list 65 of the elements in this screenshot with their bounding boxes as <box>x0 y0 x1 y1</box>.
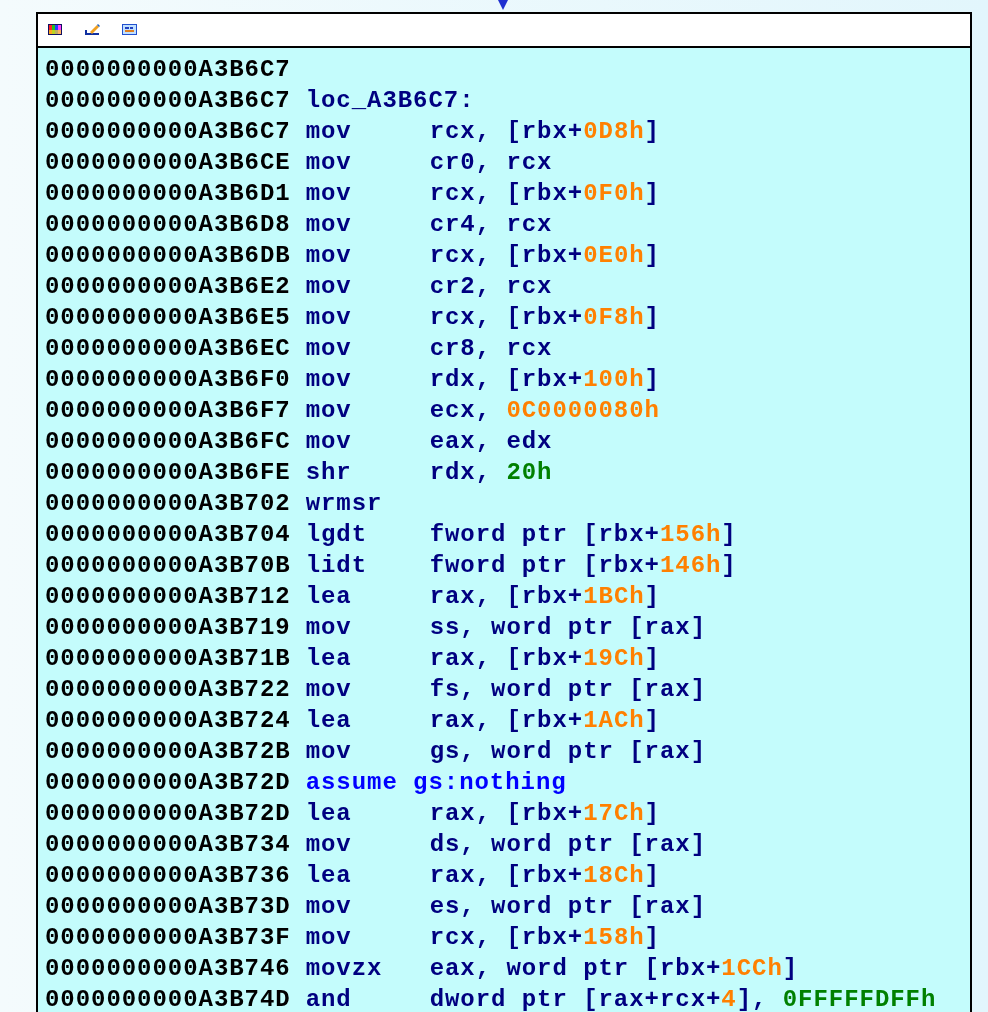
line-address: 0000000000A3B6D1 <box>45 180 291 207</box>
instruction-text: mov ds, word ptr [rax] <box>305 831 706 858</box>
line-address: 0000000000A3B71B <box>45 645 291 672</box>
instruction-text: shr rdx, 20h <box>305 459 553 486</box>
line-address: 0000000000A3B72D <box>45 769 291 796</box>
window-icon[interactable] <box>122 24 138 36</box>
instruction-text: lidt fword ptr [rbx+146h] <box>305 552 737 579</box>
line-address: 0000000000A3B6E2 <box>45 273 291 300</box>
pencil-icon[interactable] <box>85 24 101 36</box>
line-address: 0000000000A3B70B <box>45 552 291 579</box>
instruction-text: lea rax, [rbx+18Ch] <box>305 862 660 889</box>
line-address: 0000000000A3B734 <box>45 831 291 858</box>
edge-arrow-icon <box>498 0 508 10</box>
line-address: 0000000000A3B719 <box>45 614 291 641</box>
line-address: 0000000000A3B74D <box>45 986 291 1012</box>
code-label: loc_A3B6C7: <box>305 87 475 114</box>
instruction-text: mov rcx, [rbx+0D8h] <box>305 118 660 145</box>
instruction-text: lgdt fword ptr [rbx+156h] <box>305 521 737 548</box>
instruction-text: mov rcx, [rbx+158h] <box>305 924 660 951</box>
instruction-text: mov fs, word ptr [rax] <box>305 676 706 703</box>
instruction-text: mov rcx, [rbx+0E0h] <box>305 242 660 269</box>
instruction-text: lea rax, [rbx+1BCh] <box>305 583 660 610</box>
line-address: 0000000000A3B72D <box>45 800 291 827</box>
line-address: 0000000000A3B712 <box>45 583 291 610</box>
directive-text: assume gs:nothing <box>305 769 567 796</box>
line-address: 0000000000A3B6CE <box>45 149 291 176</box>
line-address: 0000000000A3B6D8 <box>45 211 291 238</box>
line-address: 0000000000A3B72B <box>45 738 291 765</box>
instruction-text: lea rax, [rbx+19Ch] <box>305 645 660 672</box>
line-address: 0000000000A3B6C7 <box>45 118 291 145</box>
instruction-text: mov cr4, rcx <box>305 211 553 238</box>
line-address: 0000000000A3B6FC <box>45 428 291 455</box>
line-address: 0000000000A3B6F7 <box>45 397 291 424</box>
line-address: 0000000000A3B704 <box>45 521 291 548</box>
line-address: 0000000000A3B6F0 <box>45 366 291 393</box>
line-address: 0000000000A3B6C7 <box>45 87 291 114</box>
instruction-text: movzx eax, word ptr [rbx+1CCh] <box>305 955 799 982</box>
instruction-text: lea rax, [rbx+1ACh] <box>305 707 660 734</box>
instruction-text: mov rdx, [rbx+100h] <box>305 366 660 393</box>
instruction-text: mov cr2, rcx <box>305 273 553 300</box>
line-address: 0000000000A3B724 <box>45 707 291 734</box>
instruction-text: lea rax, [rbx+17Ch] <box>305 800 660 827</box>
line-address: 0000000000A3B73F <box>45 924 291 951</box>
line-address: 0000000000A3B722 <box>45 676 291 703</box>
line-address: 0000000000A3B702 <box>45 490 291 517</box>
line-address: 0000000000A3B73D <box>45 893 291 920</box>
instruction-text: mov ss, word ptr [rax] <box>305 614 706 641</box>
instruction-text: mov eax, edx <box>305 428 553 455</box>
instruction-text: mov es, word ptr [rax] <box>305 893 706 920</box>
line-address: 0000000000A3B6FE <box>45 459 291 486</box>
instruction-text: and dword ptr [rax+rcx+4], 0FFFFFDFFh <box>305 986 937 1012</box>
instruction-text: wrmsr <box>305 490 384 517</box>
instruction-text: mov ecx, 0C0000080h <box>305 397 660 424</box>
line-address: 0000000000A3B6EC <box>45 335 291 362</box>
line-address: 0000000000A3B6C7 <box>45 56 291 83</box>
instruction-text: mov rcx, [rbx+0F8h] <box>305 304 660 331</box>
line-address: 0000000000A3B746 <box>45 955 291 982</box>
line-address: 0000000000A3B6E5 <box>45 304 291 331</box>
line-address: 0000000000A3B6DB <box>45 242 291 269</box>
line-address: 0000000000A3B736 <box>45 862 291 889</box>
instruction-text: mov gs, word ptr [rax] <box>305 738 706 765</box>
color-palette-icon[interactable] <box>48 24 64 36</box>
instruction-text: mov cr8, rcx <box>305 335 553 362</box>
instruction-text: mov cr0, rcx <box>305 149 553 176</box>
instruction-text: mov rcx, [rbx+0F0h] <box>305 180 660 207</box>
